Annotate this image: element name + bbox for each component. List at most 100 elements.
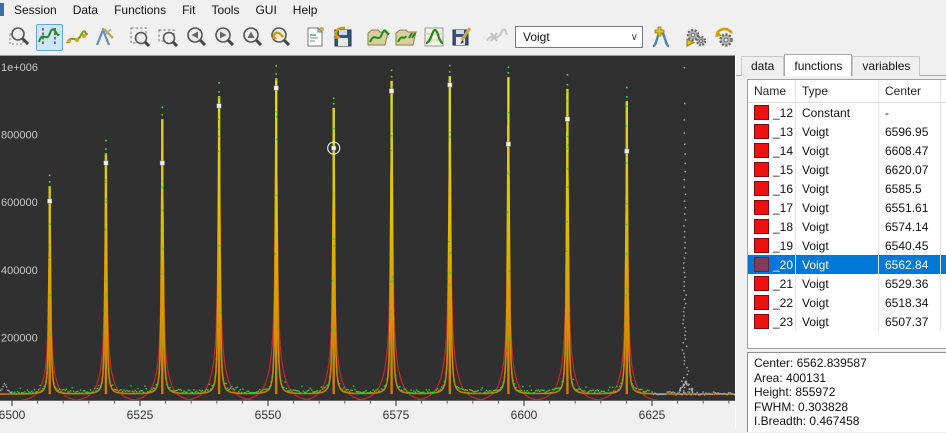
zoom-mode-button[interactable] [8, 24, 35, 51]
peak-top-marker[interactable] [159, 160, 165, 166]
data-point [218, 97, 220, 99]
data-point [274, 253, 276, 255]
function-row-_21[interactable]: _21 Voigt 6529.36 [748, 274, 946, 293]
plot-area[interactable]: 1e+006 800000 600000 400000 200000 [0, 55, 736, 403]
data-point [65, 388, 68, 390]
function-color-swatch[interactable] [754, 314, 769, 329]
peak-top-marker[interactable] [216, 103, 222, 109]
function-row-_12[interactable]: _12 Constant - [748, 103, 946, 122]
function-row-_19[interactable]: _19 Voigt 6540.45 [748, 236, 946, 255]
data-point [508, 173, 510, 176]
function-row-_16[interactable]: _16 Voigt 6585.5 [748, 179, 946, 198]
function-row-_20[interactable]: _20 Voigt 6562.84 [748, 255, 946, 274]
function-row-_17[interactable]: _17 Voigt 6551.61 [748, 198, 946, 217]
inactive-data-point [708, 392, 710, 395]
function-color-swatch[interactable] [754, 124, 769, 139]
menu-functions[interactable]: Functions [106, 1, 174, 19]
function-row-_22[interactable]: _22 Voigt 6518.34 [748, 293, 946, 312]
data-point [43, 385, 45, 387]
tab-variables[interactable]: variables [852, 56, 921, 76]
function-row-_15[interactable]: _15 Voigt 6620.07 [748, 160, 946, 179]
peak-top-marker[interactable] [331, 145, 337, 151]
undo-fit-button[interactable] [711, 24, 738, 51]
peak-top-marker[interactable] [564, 116, 570, 122]
column-header-name[interactable]: Name [748, 80, 796, 102]
data-point [193, 389, 195, 391]
column-header-type[interactable]: Type [796, 80, 879, 102]
function-color-swatch[interactable] [754, 162, 769, 177]
data-point [495, 389, 498, 391]
function-color-swatch[interactable] [754, 105, 769, 120]
zoom-all-button[interactable] [127, 24, 154, 51]
function-color-swatch[interactable] [754, 257, 769, 272]
data-point [88, 392, 90, 394]
menu-data[interactable]: Data [65, 1, 106, 19]
script-editor-button[interactable] [302, 24, 329, 51]
peak-top-marker[interactable] [273, 85, 279, 91]
data-point [507, 66, 510, 69]
peak-top-marker[interactable] [47, 198, 53, 204]
tab-functions[interactable]: functions [784, 54, 853, 76]
inactive-data-point [684, 276, 686, 278]
data-point [414, 391, 416, 393]
peak-top-marker[interactable] [389, 88, 395, 94]
zoom-vertical-button[interactable] [155, 24, 182, 51]
function-row-_18[interactable]: _18 Voigt 6574.14 [748, 217, 946, 236]
inactive-data-point [684, 143, 686, 145]
peak-top-marker[interactable] [447, 82, 453, 88]
run-fit-button[interactable] [683, 24, 710, 51]
function-row-_13[interactable]: _13 Voigt 6596.95 [748, 122, 946, 141]
menu-fit[interactable]: Fit [174, 1, 203, 19]
data-editor-button[interactable] [421, 24, 448, 51]
export-data-button[interactable] [449, 24, 476, 51]
data-point [105, 201, 108, 204]
tab-data[interactable]: data [741, 56, 785, 76]
function-mode-button[interactable] [92, 24, 119, 51]
data-point [313, 391, 316, 393]
previous-zoom-button[interactable] [267, 24, 294, 51]
data-point [295, 390, 297, 392]
load-data-custom-button[interactable] [393, 24, 420, 51]
function-color-swatch[interactable] [754, 200, 769, 215]
function-name: _13 [773, 124, 794, 139]
add-peak-mode-button[interactable] [64, 24, 91, 51]
menu-session[interactable]: Session [6, 1, 65, 19]
peak-top-marker[interactable] [505, 141, 511, 147]
function-color-swatch[interactable] [754, 143, 769, 158]
data-point [163, 353, 166, 356]
function-color-swatch[interactable] [754, 219, 769, 234]
peak-top-marker[interactable] [624, 148, 630, 154]
menu-help[interactable]: Help [285, 1, 326, 19]
data-range-mode-button[interactable] [35, 23, 63, 51]
data-point [14, 391, 16, 393]
function-type-select[interactable]: Voigt ∨ [515, 26, 643, 48]
data-point [566, 84, 569, 86]
functions-table[interactable]: Name Type Center _12 Constant - _13 Voigt 6596.9… [747, 79, 946, 349]
peak-top-marker[interactable] [103, 160, 109, 166]
menu-gui[interactable]: GUI [247, 1, 284, 19]
function-color-swatch[interactable] [754, 238, 769, 253]
function-color-swatch[interactable] [754, 276, 769, 291]
data-point [460, 388, 463, 390]
scroll-right-button[interactable] [211, 24, 238, 51]
data-point [159, 342, 162, 344]
function-color-swatch[interactable] [754, 295, 769, 310]
data-point [210, 388, 212, 390]
inactive-data-point [684, 219, 687, 221]
function-row-_23[interactable]: _23 Voigt 6507.37 [748, 312, 946, 331]
toolbar-separator [119, 37, 126, 38]
floppy-arrow-icon [334, 26, 352, 47]
function-row-_14[interactable]: _14 Voigt 6608.47 [748, 141, 946, 160]
data-point [226, 387, 229, 389]
x-tick-label: 6525 [127, 408, 154, 422]
save-session-button[interactable] [330, 24, 357, 51]
scroll-up-button[interactable] [239, 24, 266, 51]
load-data-button[interactable] [365, 24, 392, 51]
function-color-swatch[interactable] [754, 181, 769, 196]
column-header-center[interactable]: Center [879, 80, 941, 102]
menu-tools[interactable]: Tools [203, 1, 247, 19]
data-point [81, 392, 83, 394]
spectrum-plot[interactable]: 1e+006 800000 600000 400000 200000 [0, 56, 736, 403]
auto-add-peak-button[interactable] [648, 24, 675, 51]
scroll-left-button[interactable] [183, 24, 210, 51]
